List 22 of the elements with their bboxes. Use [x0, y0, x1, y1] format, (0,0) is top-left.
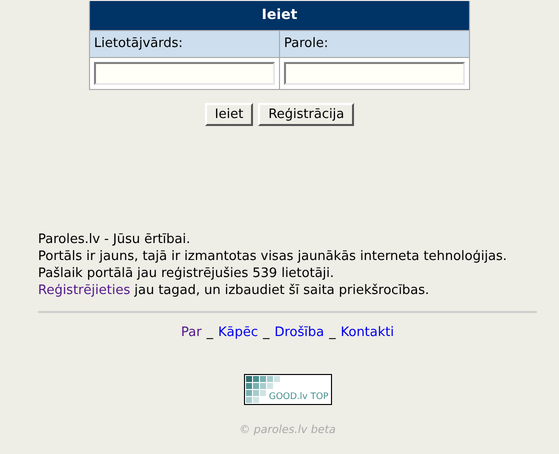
input-field[interactable]	[284, 62, 465, 85]
info-text: Paroles.lv - Jūsu ērtībai.	[38, 232, 190, 247]
login-title: Ieiet	[90, 1, 469, 30]
info-text: Reģistrējieties jau tagad, un izbaudiet šī saita priekšrocības.	[38, 283, 430, 298]
footer-link[interactable]: Par	[181, 325, 202, 340]
register-button[interactable]: Reģistrācija	[258, 103, 354, 126]
footer-link[interactable]: Drošība	[274, 325, 324, 340]
separator-text: _	[262, 325, 270, 340]
login-button[interactable]: Ieiet	[204, 103, 254, 126]
badge-text: GOOD.lv TOP	[268, 392, 328, 402]
footer-link[interactable]: Kāpēc	[218, 325, 258, 340]
field-label: Lietotājvārds:	[90, 30, 279, 57]
info-text: Pašlaik portālā jau reģistrējušies 539 lietotāji.	[38, 266, 334, 281]
counter-badge[interactable]: GOOD.lv TOP	[244, 374, 332, 405]
footer-link[interactable]: Kontakti	[340, 325, 394, 340]
input-field[interactable]	[94, 62, 275, 85]
separator-text: _	[206, 325, 214, 340]
separator-text: _	[329, 325, 336, 340]
info-text: Portāls ir jauns, tajā ir izmantotas visas jaunākās interneta tehnoloģijas.	[38, 249, 507, 264]
copyright-text: © paroles.lv beta	[238, 423, 337, 436]
register-link[interactable]: Reģistrējieties	[38, 283, 130, 298]
field-label: Parole:	[279, 30, 469, 57]
